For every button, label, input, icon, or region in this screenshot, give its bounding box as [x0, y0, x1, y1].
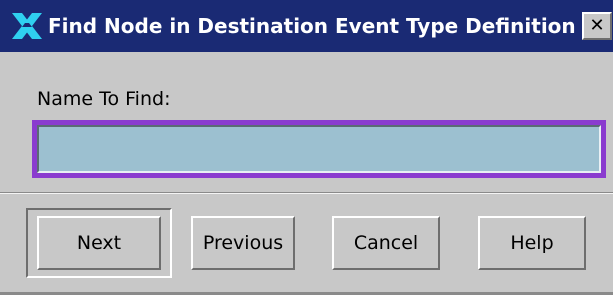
dialog-title: Find Node in Destination Event Type Defi…: [48, 14, 576, 38]
name-to-find-label: Name To Find:: [37, 88, 171, 110]
find-node-dialog: Find Node in Destination Event Type Defi…: [0, 0, 613, 295]
close-button[interactable]: ✕: [582, 12, 612, 40]
x-logo-icon: [10, 11, 44, 41]
next-button[interactable]: Next: [37, 216, 161, 270]
separator: [0, 192, 613, 194]
title-bar[interactable]: Find Node in Destination Event Type Defi…: [0, 0, 613, 52]
previous-button[interactable]: Previous: [191, 216, 295, 270]
name-input-focus-ring: [32, 120, 606, 178]
cancel-button[interactable]: Cancel: [332, 216, 440, 270]
name-to-find-input[interactable]: [37, 125, 601, 173]
help-button[interactable]: Help: [478, 216, 586, 270]
close-icon: ✕: [589, 15, 605, 36]
